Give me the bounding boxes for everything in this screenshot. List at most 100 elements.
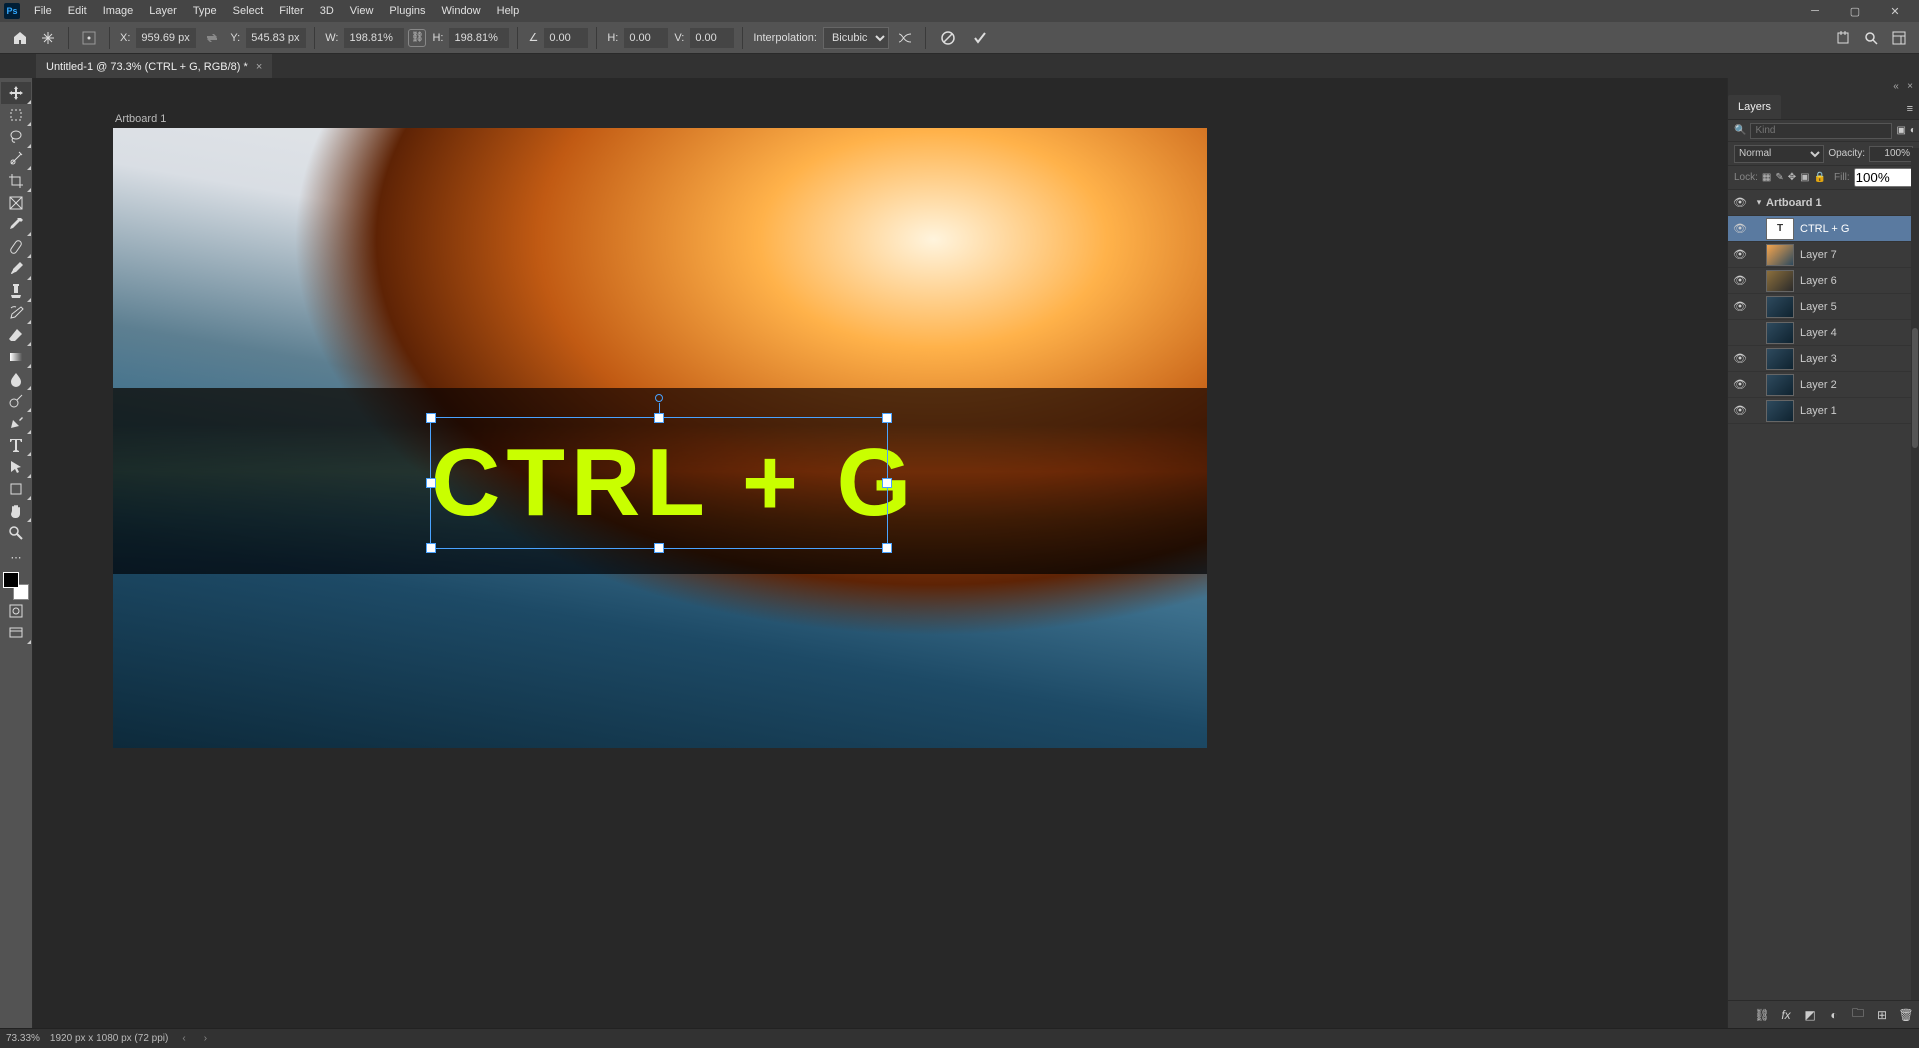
quick-mask-icon[interactable] xyxy=(1,600,31,622)
color-swatches[interactable] xyxy=(3,572,29,600)
window-maximize-button[interactable]: ▢ xyxy=(1835,0,1875,22)
lock-transparency-icon[interactable]: ▦ xyxy=(1762,171,1771,185)
transform-angle-input[interactable] xyxy=(544,28,588,48)
menu-plugins[interactable]: Plugins xyxy=(381,2,433,20)
transform-w-input[interactable] xyxy=(344,28,404,48)
quick-select-tool[interactable] xyxy=(1,148,31,170)
handle-tr[interactable] xyxy=(883,414,891,422)
layers-tab[interactable]: Layers xyxy=(1728,95,1781,119)
panel-scrollbar[interactable] xyxy=(1911,148,1919,1000)
layer-name[interactable]: Layer 1 xyxy=(1800,405,1915,417)
visibility-toggle[interactable]: 👁 xyxy=(1728,222,1752,235)
status-prev-icon[interactable]: ‹ xyxy=(178,1033,189,1044)
transform-bounding-box[interactable]: CTRL + G xyxy=(431,418,887,548)
layer-thumbnail[interactable]: T xyxy=(1766,218,1794,240)
layer-row[interactable]: 👁 T CTRL + G xyxy=(1728,216,1919,242)
menu-select[interactable]: Select xyxy=(225,2,272,20)
filter-search-icon[interactable]: 🔍 xyxy=(1734,123,1746,139)
layer-row[interactable]: 👁 Layer 2 xyxy=(1728,372,1919,398)
transform-x-input[interactable] xyxy=(136,28,196,48)
history-brush-tool[interactable] xyxy=(1,302,31,324)
layer-fx-icon[interactable]: fx xyxy=(1777,1006,1795,1024)
visibility-toggle[interactable]: 👁 xyxy=(1728,300,1752,313)
handle-br[interactable] xyxy=(883,544,891,552)
frame-tool[interactable] xyxy=(1,192,31,214)
layer-name[interactable]: Layer 4 xyxy=(1800,327,1915,339)
handle-bm[interactable] xyxy=(655,544,663,552)
menu-help[interactable]: Help xyxy=(489,2,528,20)
panel-collapse-icon[interactable]: « xyxy=(1891,81,1901,91)
layer-mask-icon[interactable]: ◩ xyxy=(1801,1006,1819,1024)
edit-toolbar-icon[interactable]: ⋯ xyxy=(1,550,31,564)
dodge-tool[interactable] xyxy=(1,390,31,412)
layer-group-icon[interactable]: 🗀 xyxy=(1849,1006,1867,1024)
aspect-lock-icon[interactable]: ⛓ xyxy=(408,29,426,47)
layer-name[interactable]: Layer 2 xyxy=(1800,379,1915,391)
zoom-tool[interactable] xyxy=(1,522,31,544)
layer-name[interactable]: Layer 5 xyxy=(1800,301,1915,313)
crop-tool[interactable] xyxy=(1,170,31,192)
adjustment-layer-icon[interactable]: ◐ xyxy=(1825,1006,1843,1024)
artboard-tool[interactable] xyxy=(1,104,31,126)
layer-name[interactable]: Layer 7 xyxy=(1800,249,1915,261)
menu-window[interactable]: Window xyxy=(434,2,489,20)
layer-thumbnail[interactable] xyxy=(1766,374,1794,396)
link-layers-icon[interactable]: ⛓ xyxy=(1753,1006,1771,1024)
menu-type[interactable]: Type xyxy=(185,2,225,20)
canvas-area[interactable]: Artboard 1 CTRL + G xyxy=(33,78,1727,1028)
warp-mode-icon[interactable] xyxy=(893,26,917,50)
pen-tool[interactable] xyxy=(1,412,31,434)
visibility-toggle[interactable]: 👁 xyxy=(1728,196,1752,209)
zoom-level[interactable]: 73.33% xyxy=(6,1033,40,1044)
visibility-toggle[interactable]: 👁 xyxy=(1728,248,1752,261)
layer-row[interactable]: 👁 Layer 5 xyxy=(1728,294,1919,320)
eyedropper-tool[interactable] xyxy=(1,214,31,236)
screen-mode-icon[interactable] xyxy=(1,622,31,644)
layer-tree[interactable]: 👁 ▾ Artboard 1 👁 T CTRL + G 👁 Layer 7 👁 xyxy=(1728,190,1919,1000)
type-tool[interactable] xyxy=(1,434,31,456)
document-tab[interactable]: Untitled-1 @ 73.3% (CTRL + G, RGB/8) * × xyxy=(36,54,272,78)
swap-xy-icon[interactable] xyxy=(200,26,224,50)
brush-tool[interactable] xyxy=(1,258,31,280)
share-icon[interactable] xyxy=(1831,26,1855,50)
transform-vskew-input[interactable] xyxy=(690,28,734,48)
move-tool[interactable] xyxy=(1,82,31,104)
blend-mode-select[interactable]: Normal xyxy=(1734,145,1824,163)
commit-transform-button[interactable] xyxy=(970,28,990,48)
hand-tool[interactable] xyxy=(1,500,31,522)
lock-artboard-icon[interactable]: ▣ xyxy=(1800,171,1809,185)
transform-hskew-input[interactable] xyxy=(624,28,668,48)
blur-tool[interactable] xyxy=(1,368,31,390)
filter-adjust-icon[interactable]: ◐ xyxy=(1910,123,1916,139)
menu-view[interactable]: View xyxy=(342,2,382,20)
cancel-transform-button[interactable] xyxy=(938,28,958,48)
layer-name[interactable]: Layer 3 xyxy=(1800,353,1915,365)
layer-thumbnail[interactable] xyxy=(1766,244,1794,266)
interpolation-select[interactable]: Bicubic xyxy=(823,27,889,49)
layer-name[interactable]: CTRL + G xyxy=(1800,223,1915,235)
menu-layer[interactable]: Layer xyxy=(141,2,185,20)
handle-bl[interactable] xyxy=(427,544,435,552)
layer-row[interactable]: 👁 Layer 3 xyxy=(1728,346,1919,372)
handle-tm[interactable] xyxy=(655,414,663,422)
panel-menu-icon[interactable]: ≡ xyxy=(1901,99,1919,119)
menu-filter[interactable]: Filter xyxy=(271,2,311,20)
menu-edit[interactable]: Edit xyxy=(60,2,95,20)
rotation-handle[interactable] xyxy=(655,394,663,402)
layer-thumbnail[interactable] xyxy=(1766,270,1794,292)
artboard[interactable]: CTRL + G xyxy=(113,128,1207,748)
handle-mr[interactable] xyxy=(883,479,891,487)
path-select-tool[interactable] xyxy=(1,456,31,478)
new-layer-icon[interactable]: ⊞ xyxy=(1873,1006,1891,1024)
delete-layer-icon[interactable]: 🗑 xyxy=(1897,1006,1915,1024)
transform-h-input[interactable] xyxy=(449,28,509,48)
status-next-icon[interactable]: › xyxy=(200,1033,211,1044)
gradient-tool[interactable] xyxy=(1,346,31,368)
panel-close-icon[interactable]: × xyxy=(1905,81,1915,91)
menu-image[interactable]: Image xyxy=(95,2,142,20)
layer-thumbnail[interactable] xyxy=(1766,296,1794,318)
window-close-button[interactable]: ✕ xyxy=(1875,0,1915,22)
window-minimize-button[interactable]: ─ xyxy=(1795,0,1835,22)
menu-file[interactable]: File xyxy=(26,2,60,20)
foreground-color-swatch[interactable] xyxy=(3,572,19,588)
